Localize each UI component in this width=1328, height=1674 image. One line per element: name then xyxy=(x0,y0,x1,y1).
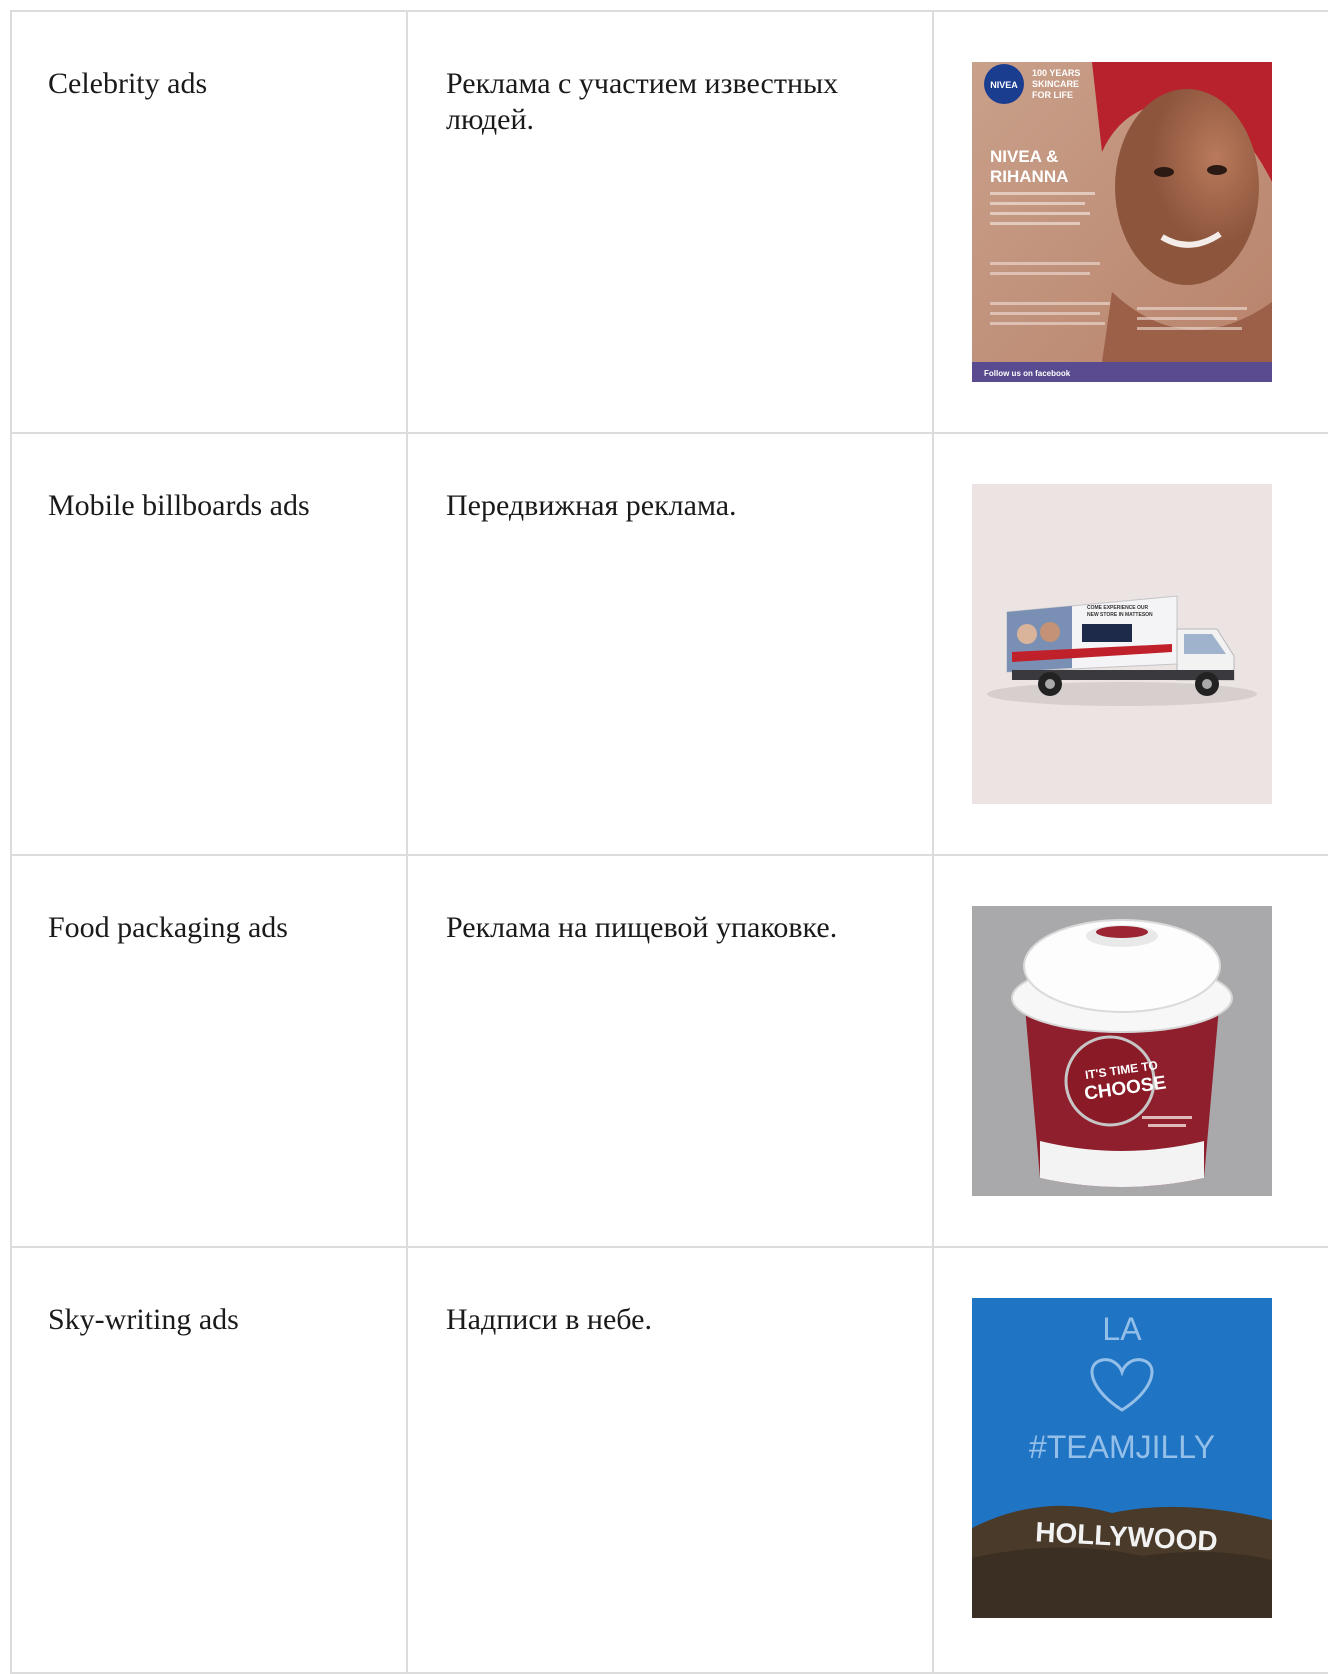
coffee-cup-ad-image: IT'S TIME TO CHOOSE xyxy=(972,906,1272,1196)
image-cell: LA #TEAMJILLY HOLLYWOOD xyxy=(932,1246,1328,1674)
headline-mid-text: SKINCARE xyxy=(1032,79,1079,89)
table-row: Sky-writing ads Надписи в небе. LA #TEAM… xyxy=(10,1246,1328,1674)
sky-line2-text: #TEAMJILLY xyxy=(1029,1429,1215,1465)
term-cell: Sky-writing ads xyxy=(10,1246,408,1674)
main-line2-text: RIHANNA xyxy=(990,167,1068,186)
ads-table: Celebrity ads Реклама с участием известн… xyxy=(10,10,1328,1674)
footer-text: Follow us on facebook xyxy=(984,369,1071,378)
image-cell: COME EXPERIENCE OUR NEW STORE IN MATTESO… xyxy=(932,432,1328,856)
table-row: Celebrity ads Реклама с участием известн… xyxy=(10,10,1328,434)
truck-text2: NEW STORE IN MATTESON xyxy=(1087,612,1153,618)
headline-top-text: 100 YEARS xyxy=(1032,68,1080,78)
description-cell: Реклама на пищевой упаковке. xyxy=(406,854,934,1248)
description-cell: Реклама с участием известных людей. xyxy=(406,10,934,434)
sky-line1-text: LA xyxy=(1102,1311,1142,1347)
table-row: Mobile billboards ads Передвижная реклам… xyxy=(10,432,1328,856)
description-cell: Надписи в небе. xyxy=(406,1246,934,1674)
term-text: Celebrity ads xyxy=(48,67,208,100)
nivea-badge-text: NIVEA xyxy=(990,80,1018,90)
description-text: Реклама на пищевой упаковке. xyxy=(446,911,838,944)
mobile-billboard-truck-image: COME EXPERIENCE OUR NEW STORE IN MATTESO… xyxy=(972,484,1272,804)
table-row: Food packaging ads Реклама на пищевой уп… xyxy=(10,854,1328,1248)
term-text: Food packaging ads xyxy=(48,911,288,944)
description-cell: Передвижная реклама. xyxy=(406,432,934,856)
truck-text1: COME EXPERIENCE OUR xyxy=(1087,605,1149,611)
term-text: Sky-writing ads xyxy=(48,1303,239,1336)
description-text: Передвижная реклама. xyxy=(446,489,737,522)
image-cell: NIVEA 100 YEARS SKINCARE FOR LIFE NIVEA … xyxy=(932,10,1328,434)
main-line1-text: NIVEA & xyxy=(990,147,1058,166)
sky-writing-ad-image: LA #TEAMJILLY HOLLYWOOD xyxy=(972,1298,1272,1618)
image-cell: IT'S TIME TO CHOOSE xyxy=(932,854,1328,1248)
term-text: Mobile billboards ads xyxy=(48,489,310,522)
term-cell: Food packaging ads xyxy=(10,854,408,1248)
nivea-rihanna-ad-image: NIVEA 100 YEARS SKINCARE FOR LIFE NIVEA … xyxy=(972,62,1272,382)
description-text: Надписи в небе. xyxy=(446,1303,652,1336)
headline-bot-text: FOR LIFE xyxy=(1032,90,1073,100)
term-cell: Mobile billboards ads xyxy=(10,432,408,856)
description-text: Реклама с участием известных людей. xyxy=(446,67,839,136)
term-cell: Celebrity ads xyxy=(10,10,408,434)
